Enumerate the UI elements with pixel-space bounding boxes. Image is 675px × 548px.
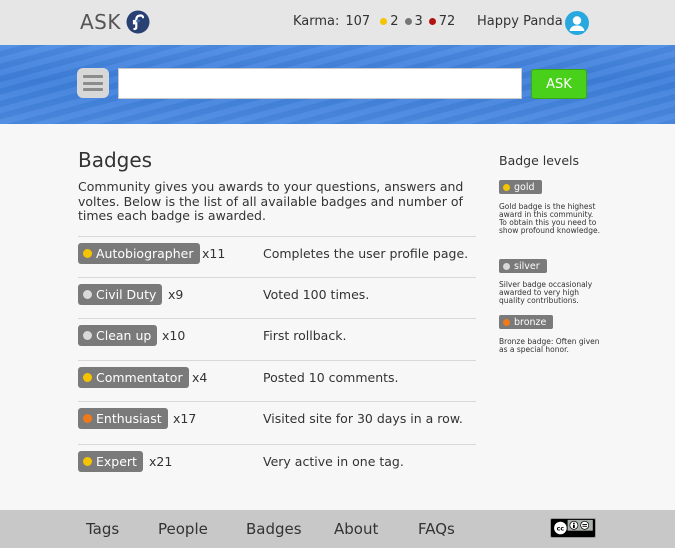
badge-count: x4 — [192, 370, 208, 385]
silver-dot-icon — [83, 331, 92, 340]
creative-commons-icon[interactable]: cc — [550, 518, 596, 538]
badge-count: x21 — [149, 454, 173, 469]
badge-count: x17 — [173, 411, 197, 426]
fedora-logo-icon[interactable] — [126, 10, 150, 34]
search-band: ASK — [0, 45, 675, 124]
bronze-count: 72 — [438, 14, 456, 29]
badge-autobiographer[interactable]: Autobiographer — [78, 243, 200, 264]
karma-summary: Karma: 107 2 3 72 — [293, 14, 455, 29]
divider — [78, 318, 476, 319]
badge-name: Commentator — [96, 370, 183, 385]
ask-button[interactable]: ASK — [531, 69, 587, 99]
hamburger-menu-icon[interactable] — [77, 68, 109, 98]
level-description: Silver badge occasionaly awarded to very… — [499, 280, 593, 305]
silver-dot-icon — [503, 262, 510, 270]
badge-name: Autobiographer — [96, 246, 194, 261]
badge-commentator[interactable]: Commentator — [78, 367, 189, 388]
gold-count: 2 — [390, 14, 399, 29]
badge-description: Very active in one tag. — [263, 454, 404, 469]
page-title: Badges — [78, 148, 153, 172]
badge-count: x10 — [162, 328, 186, 343]
badge-row: Expert x21 Very active in one tag. — [78, 444, 476, 491]
footer-link-faqs[interactable]: FAQs — [418, 520, 455, 538]
badge-row: Clean up x10 First rollback. — [78, 318, 476, 365]
badge-name: Clean up — [96, 328, 152, 343]
level-description: Gold badge is the highest award in this … — [499, 202, 600, 235]
badge-description: First rollback. — [263, 328, 347, 343]
badge-civil-duty[interactable]: Civil Duty — [78, 284, 163, 305]
badge-description: Posted 10 comments. — [263, 370, 399, 385]
bronze-dot-icon — [503, 318, 510, 326]
badge-description: Completes the user profile page. — [263, 246, 469, 261]
badge-clean-up[interactable]: Clean up — [78, 325, 158, 346]
sidebar-title: Badge levels — [499, 153, 580, 168]
gold-dot-icon — [380, 18, 388, 25]
level-name: silver — [514, 260, 540, 272]
badge-count: x11 — [202, 246, 226, 261]
divider — [78, 236, 476, 237]
badge-name: Civil Duty — [96, 287, 157, 302]
bronze-dot-icon — [83, 414, 92, 423]
badge-row: Enthusiast x17 Visited site for 30 days … — [78, 401, 476, 448]
badge-name: Enthusiast — [96, 411, 162, 426]
divider — [78, 401, 476, 402]
footer-link-tags[interactable]: Tags — [86, 520, 119, 538]
silver-dot-icon — [83, 290, 92, 299]
badge-description: Voted 100 times. — [263, 287, 370, 302]
badge-expert[interactable]: Expert — [78, 451, 143, 472]
username-link[interactable]: Happy Panda — [477, 14, 563, 29]
badges-intro: Community gives you awards to your quest… — [78, 179, 464, 223]
silver-count: 3 — [414, 14, 423, 29]
level-name: bronze — [514, 316, 547, 328]
top-header: ASK Karma: 107 2 3 72 Happy Panda — [0, 0, 675, 45]
divider — [78, 444, 476, 445]
bronze-dot-icon — [428, 18, 436, 25]
level-name: gold — [514, 181, 535, 193]
badge-name: Expert — [96, 454, 137, 469]
karma-label: Karma: — [293, 14, 340, 29]
brand-name[interactable]: ASK — [80, 10, 121, 34]
level-bronze[interactable]: bronze — [499, 315, 554, 329]
silver-dot-icon — [404, 18, 412, 25]
divider — [78, 360, 476, 361]
divider — [78, 277, 476, 278]
gold-dot-icon — [83, 373, 92, 382]
badge-enthusiast[interactable]: Enthusiast — [78, 408, 168, 429]
footer-link-badges[interactable]: Badges — [246, 520, 302, 538]
gold-dot-icon — [83, 249, 92, 258]
gold-dot-icon — [83, 457, 92, 466]
search-input[interactable] — [118, 68, 522, 99]
level-description: Bronze badge: Often given as a special h… — [499, 337, 600, 354]
footer-link-about[interactable]: About — [334, 520, 378, 538]
footer-link-people[interactable]: People — [158, 520, 208, 538]
badge-description: Visited site for 30 days in a row. — [263, 411, 463, 426]
svg-text:cc: cc — [557, 525, 565, 532]
karma-value: 107 — [345, 14, 371, 29]
badge-count: x9 — [168, 287, 184, 302]
gold-dot-icon — [503, 183, 510, 191]
user-avatar-icon[interactable] — [565, 11, 589, 35]
brand[interactable]: ASK — [80, 10, 150, 34]
level-silver[interactable]: silver — [499, 259, 547, 273]
level-gold[interactable]: gold — [499, 180, 542, 194]
